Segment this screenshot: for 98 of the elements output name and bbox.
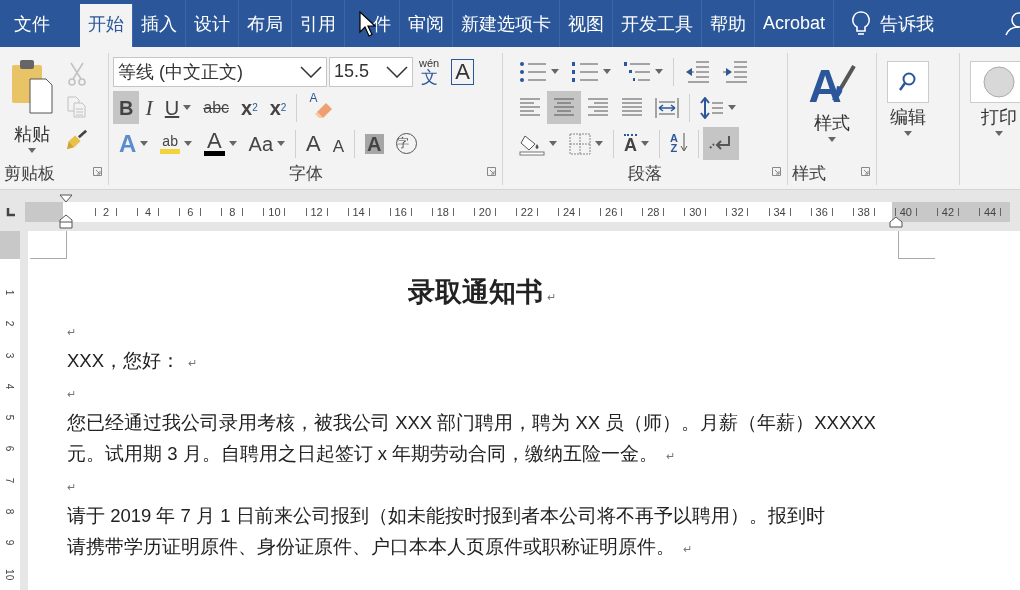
indent-icon: [722, 60, 748, 83]
ribbon-tab[interactable]: 开始: [80, 4, 133, 47]
grow-font-button[interactable]: A: [300, 127, 327, 160]
ruler-number: 30: [688, 205, 703, 218]
distributed-icon: [655, 96, 679, 119]
ribbon-tab[interactable]: 文件: [0, 0, 58, 47]
group-label: 剪贴板: [4, 162, 55, 185]
caret-icon: [904, 131, 912, 136]
borders-icon: [569, 132, 591, 155]
align-center-icon: [553, 97, 575, 118]
enclose-character-button[interactable]: 字: [389, 127, 423, 160]
body-text: XXX，您好：: [67, 350, 181, 371]
crop-mark: [898, 231, 935, 259]
ruler-number: 2: [3, 321, 17, 327]
line-spacing-icon: [700, 96, 724, 119]
ruler-number: 42: [940, 205, 956, 218]
body-text: 元。试用期 3 月。自聘用之日起签订 x 年期劳动合同，缴纳五险一金。: [67, 443, 659, 464]
paragraph-mark: ↵: [67, 388, 76, 400]
paragraph-mark: ↵: [67, 326, 76, 338]
font-size-field[interactable]: 15.5: [329, 56, 413, 87]
clear-formatting-button[interactable]: A: [301, 91, 340, 124]
ruler-number: 14: [351, 205, 366, 218]
align-right-icon: [587, 97, 609, 118]
shrink-font-button[interactable]: A: [326, 127, 351, 160]
font-name-field[interactable]: 等线 (中文正文): [113, 56, 327, 87]
ruler-number: 4: [144, 205, 153, 218]
font-color-button[interactable]: A: [197, 127, 243, 160]
highlight-button[interactable]: ab: [154, 127, 198, 160]
paste-button[interactable]: 粘贴: [4, 53, 60, 161]
paragraph-mark: ↵: [666, 450, 676, 462]
ruler-number: 2: [102, 205, 111, 218]
ruler-number: 6: [3, 446, 17, 452]
paragraph-mark: ↵: [547, 291, 556, 303]
bold-button[interactable]: B: [113, 91, 140, 124]
ruler-number: 10: [267, 205, 282, 218]
ruler-number: 6: [186, 205, 195, 218]
ruler-number: 22: [519, 205, 535, 218]
ruler-margin: [0, 231, 20, 259]
ruler-number: 4: [3, 383, 17, 390]
ruler-number: 5: [3, 415, 17, 421]
caret-icon: [28, 148, 36, 153]
ruler-number: 8: [3, 508, 17, 515]
ruler-number: 9: [3, 540, 17, 546]
tell-me-field[interactable]: 告诉我: [880, 0, 935, 47]
ruler-number: 34: [772, 205, 787, 218]
change-case-button[interactable]: Aa: [242, 127, 292, 160]
ruler-number: 38: [856, 205, 871, 218]
caret-icon: [828, 137, 836, 142]
strikethrough-button[interactable]: abc: [197, 91, 236, 124]
justify-icon: [621, 97, 643, 118]
ruler-number: 10: [3, 568, 17, 580]
editing-button[interactable]: 编辑: [881, 53, 935, 185]
character-border-button[interactable]: A: [451, 58, 474, 85]
ruler-number: 44: [982, 205, 998, 218]
search-icon: [887, 61, 929, 103]
ruler-number: 32: [730, 205, 745, 218]
paragraph-mark: ↵: [683, 543, 692, 555]
chevron-icon[interactable]: [300, 65, 322, 78]
align-left-icon: [519, 97, 541, 118]
character-shading-button[interactable]: A: [359, 127, 390, 160]
show-marks-button[interactable]: [702, 127, 739, 160]
sort-button[interactable]: A Z: [664, 127, 694, 160]
ruler-number: 3: [3, 352, 17, 358]
ruler-number: 8: [228, 205, 237, 218]
numbered-list-icon: [571, 60, 599, 83]
paragraph-mark: ↵: [67, 481, 76, 493]
ruler-number: 36: [814, 205, 829, 218]
ruler-number: 1: [3, 289, 17, 296]
group-label: 样式: [792, 162, 826, 185]
ruler-number: 24: [561, 205, 577, 218]
ruler-number: 20: [477, 205, 492, 218]
phonetic-guide-button[interactable]: wén 文: [413, 57, 446, 86]
group-label: 字体: [288, 162, 323, 185]
styles-button[interactable]: A 样式: [802, 53, 862, 161]
underline-button[interactable]: U: [158, 91, 198, 124]
chevron-icon[interactable]: [386, 65, 408, 78]
ruler-number: 12: [309, 205, 324, 218]
print-preview-button[interactable]: 打印: [964, 53, 1020, 185]
document-title: 录取通知书: [408, 277, 543, 307]
ruler-number: 16: [393, 205, 408, 218]
ruler-number: 7: [3, 477, 17, 484]
caret-icon: [995, 131, 1003, 136]
superscript-button[interactable]: x$^{2}$: [263, 91, 293, 124]
ruler-number: 40: [898, 205, 913, 218]
ruler-number: 26: [604, 205, 619, 218]
body-text: 请于 2019 年 7 月 1 日前来公司报到（如未能按时报到者本公司将不再予以聘用）。报到时: [67, 505, 825, 526]
text-direction-button[interactable]: A: [618, 127, 655, 160]
bulleted-list-icon: [519, 60, 547, 83]
outdent-icon: [684, 60, 710, 83]
ruler-number: 18: [435, 205, 450, 218]
body-text: 您已经通过我公司录用考核，被我公司 XXX 部门聘用，聘为 XX 员（师）。月薪（年薪）XXXXX: [67, 412, 876, 433]
body-text: 请携带学历证明原件、身份证原件、户口本本人页原件或职称证明原件。: [67, 536, 675, 557]
group-label: 段落: [628, 162, 662, 185]
paragraph-mark: ↵: [188, 357, 198, 369]
italic-button[interactable]: I: [139, 91, 159, 124]
crop-mark: [30, 231, 67, 259]
ruler-number: 28: [646, 205, 661, 218]
multilevel-list-icon: [623, 60, 651, 83]
